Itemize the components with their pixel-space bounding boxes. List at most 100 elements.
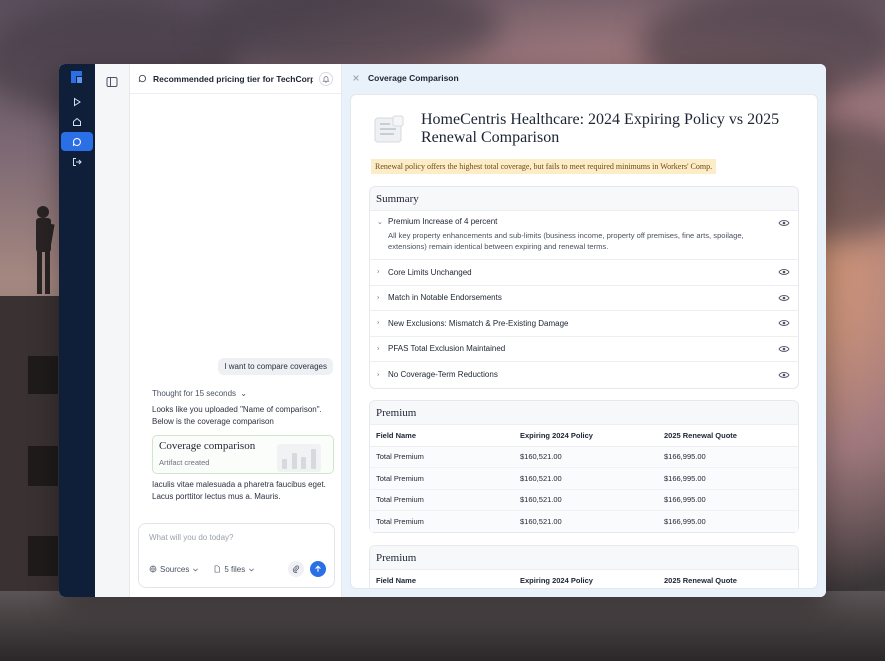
table-cell: $160,521.00 [514, 510, 658, 532]
city-skyline [0, 591, 885, 661]
soldier-silhouette [36, 206, 55, 294]
thought-label: Thought for 15 seconds [152, 389, 237, 398]
summary-item-label: New Exclusions: Mismatch & Pre-Existing … [388, 318, 569, 328]
premium-heading: Premium [370, 401, 798, 425]
chevron-right-icon: › [377, 294, 380, 302]
table-cell: Total Premium [370, 489, 514, 511]
column-header: 2025 Renewal Quote [658, 425, 798, 447]
summary-item-label: Premium Increase of 4 percent [388, 217, 498, 226]
column-header: Field Name [370, 570, 514, 588]
chat-title: Recommended pricing tier for TechCorp [153, 73, 313, 84]
column-header: Expiring 2024 Policy [514, 425, 658, 447]
table-row: Total Premium $160,521.00 $166,995.00 [370, 467, 798, 490]
chevron-right-icon: › [377, 371, 380, 379]
user-message: I want to compare coverages [218, 358, 333, 375]
summary-item-label: Core Limits Unchanged [388, 267, 472, 277]
table-cell: $166,995.00 [658, 467, 798, 490]
summary-item-label: PFAS Total Exclusion Maintained [388, 344, 506, 354]
bell-icon [322, 75, 330, 83]
brand-logo-icon [71, 71, 82, 83]
summary-item[interactable]: › Match in Notable Endorsements [370, 286, 798, 311]
document-title: HomeCentris Healthcare: 2024 Expiring Po… [421, 111, 780, 146]
panel-title: Coverage Comparison [368, 73, 459, 83]
premium-heading: Premium [370, 546, 798, 570]
home-icon [73, 117, 81, 126]
sidebar-toggle-icon[interactable] [106, 76, 118, 88]
eye-icon[interactable] [778, 294, 790, 302]
chat-button[interactable] [61, 132, 93, 151]
table-cell: $166,995.00 [658, 489, 798, 511]
nav-rail [59, 64, 95, 597]
chevron-down-icon: ⌄ [377, 219, 383, 226]
eye-icon[interactable] [778, 371, 790, 379]
artifact-panel: Coverage Comparison HomeCentris Healthca… [342, 64, 826, 597]
document-icon [374, 115, 404, 143]
sidebar-strip [95, 64, 130, 597]
assistant-reply-2: Iaculis vitae malesuada a pharetra fauci… [152, 480, 326, 501]
arrow-up-icon [315, 565, 321, 572]
assistant-reply: Looks like you uploaded "Name of compari… [152, 405, 322, 426]
notification-button[interactable] [319, 71, 333, 86]
table-header-row: Field Name Expiring 2024 Policy 2025 Ren… [370, 570, 798, 588]
send-button[interactable] [310, 561, 326, 577]
eye-icon[interactable] [778, 268, 790, 276]
logout-icon [73, 157, 82, 166]
chevron-right-icon: › [377, 268, 380, 276]
logout-button[interactable] [61, 152, 93, 171]
chevron-down-icon [249, 568, 255, 571]
table-cell: Total Premium [370, 467, 514, 490]
summary-item[interactable]: › PFAS Total Exclusion Maintained [370, 337, 798, 362]
table-cell: $160,521.00 [514, 446, 658, 468]
summary-card: Summary ⌄ Premium Increase of 4 percent … [369, 186, 799, 389]
table-cell: Total Premium [370, 510, 514, 532]
paperclip-icon [292, 565, 300, 573]
eye-icon[interactable] [778, 345, 790, 353]
table-row: Total Premium $160,521.00 $166,995.00 [370, 446, 798, 468]
file-icon [214, 565, 221, 573]
summary-item[interactable]: ⌄ Premium Increase of 4 percent All key … [370, 211, 798, 260]
summary-item[interactable]: › Core Limits Unchanged [370, 260, 798, 286]
column-header: 2025 Renewal Quote [658, 570, 798, 588]
sources-label: Sources [160, 564, 190, 574]
thought-toggle[interactable]: Thought for 15 seconds ⌄ [152, 389, 247, 398]
chat-header: Recommended pricing tier for TechCorp [130, 64, 341, 94]
eye-icon[interactable] [778, 319, 790, 327]
premium-table: Field Name Expiring 2024 Policy 2025 Ren… [370, 425, 798, 532]
summary-item-label: No Coverage-Term Reductions [388, 370, 498, 380]
play-icon [74, 97, 81, 106]
home-button[interactable] [61, 112, 93, 131]
eye-icon[interactable] [778, 219, 790, 227]
chat-bubble-icon [138, 74, 146, 83]
premium-card-2: Premium Field Name Expiring 2024 Policy … [369, 545, 799, 588]
summary-item[interactable]: › No Coverage-Term Reductions [370, 362, 798, 388]
sources-dropdown[interactable]: Sources [149, 565, 199, 574]
panel-header: Coverage Comparison [342, 64, 826, 92]
summary-item-desc: All key property enhancements and sub-li… [388, 231, 744, 251]
premium-table: Field Name Expiring 2024 Policy 2025 Ren… [370, 570, 798, 588]
column-header: Expiring 2024 Policy [514, 570, 658, 588]
table-cell: $166,995.00 [658, 510, 798, 532]
composer-input[interactable]: What will you do today? [149, 533, 234, 542]
message-composer[interactable]: What will you do today? Sources 5 files [138, 523, 335, 588]
summary-item-label: Match in Notable Endorsements [388, 293, 502, 303]
summary-callout: Renewal policy offers the highest total … [371, 159, 717, 174]
table-cell: Total Premium [370, 446, 514, 468]
chat-pane: Recommended pricing tier for TechCorp I … [130, 64, 342, 597]
chevron-right-icon: › [377, 345, 380, 353]
chevron-down-icon: ⌄ [240, 389, 247, 398]
chart-thumbnail-icon [277, 444, 321, 472]
chevron-right-icon: › [377, 319, 380, 327]
attach-button[interactable] [288, 561, 304, 577]
chat-bubble-icon [72, 137, 81, 146]
table-cell: $166,995.00 [658, 446, 798, 468]
table-header-row: Field Name Expiring 2024 Policy 2025 Ren… [370, 425, 798, 447]
table-row: Total Premium $160,521.00 $166,995.00 [370, 510, 798, 532]
document: HomeCentris Healthcare: 2024 Expiring Po… [350, 94, 818, 589]
summary-item[interactable]: › New Exclusions: Mismatch & Pre-Existin… [370, 311, 798, 337]
close-icon[interactable] [352, 74, 360, 82]
files-dropdown[interactable]: 5 files [213, 565, 255, 574]
summary-heading: Summary [370, 187, 798, 211]
play-button[interactable] [61, 92, 93, 111]
globe-icon [149, 565, 157, 573]
artifact-card[interactable]: Coverage comparison Artifact created [152, 435, 334, 474]
